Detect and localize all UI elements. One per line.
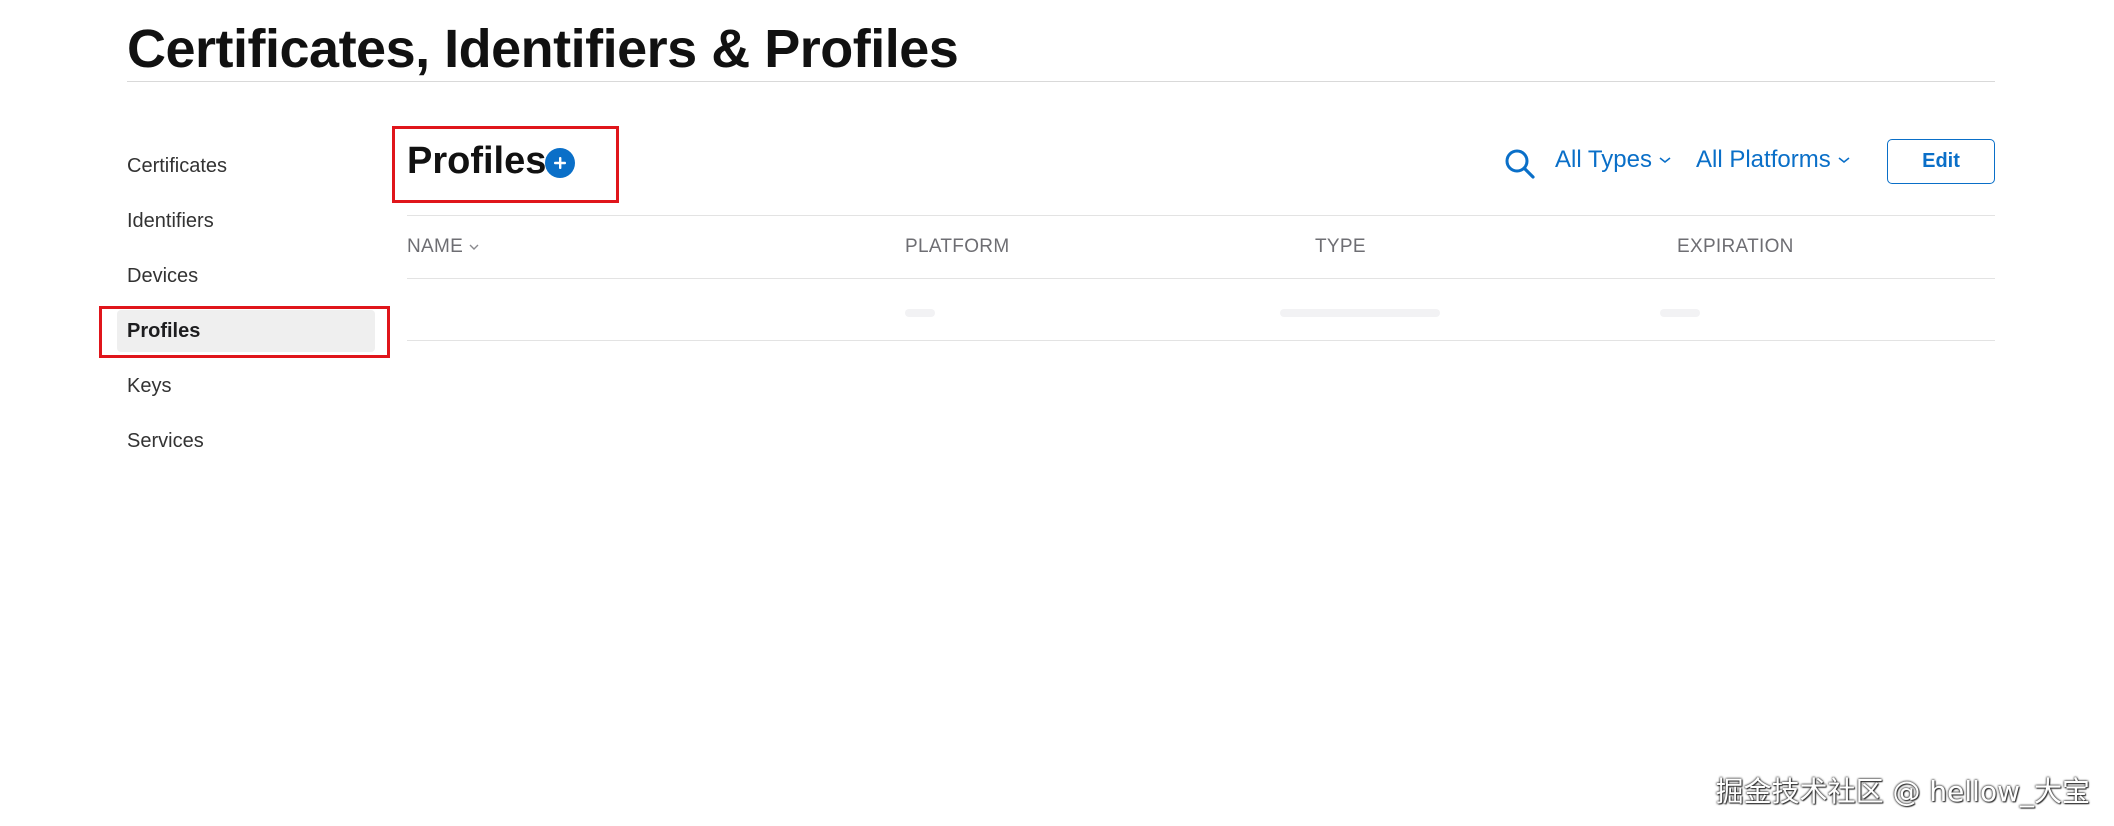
annotation-highlight-sidebar	[99, 306, 390, 358]
sidebar-item-label: Devices	[127, 264, 199, 287]
column-header-label: NAME	[407, 236, 464, 257]
chevron-down-icon	[1659, 157, 1671, 164]
platform-filter-dropdown[interactable]: All Platforms	[1696, 142, 1851, 178]
sidebar-item-certificates[interactable]: Certificates	[117, 145, 375, 187]
placeholder-cell	[1280, 309, 1440, 317]
watermark: 掘金技术社区 @ hellow_大宝	[1715, 775, 2090, 808]
sidebar-item-label: Services	[127, 429, 204, 452]
sidebar-item-identifiers[interactable]: Identifiers	[117, 200, 375, 242]
column-header-label: EXPIRATION	[1677, 236, 1794, 257]
platform-filter-label: All Platforms	[1696, 146, 1831, 173]
sidebar-item-keys[interactable]: Keys	[117, 365, 375, 407]
sidebar-item-services[interactable]: Services	[117, 420, 375, 462]
column-header-expiration[interactable]: EXPIRATION	[1677, 236, 1794, 258]
sidebar-item-label: Keys	[127, 374, 172, 397]
annotation-highlight-title	[392, 126, 619, 203]
column-header-label: PLATFORM	[905, 236, 1010, 257]
table-bottom-divider	[407, 340, 1995, 341]
edit-button[interactable]: Edit	[1887, 139, 1995, 184]
search-button[interactable]	[1502, 146, 1538, 182]
column-header-name[interactable]: NAME	[407, 236, 480, 258]
sidebar-item-label: Identifiers	[127, 209, 214, 232]
chevron-down-icon	[1838, 157, 1850, 164]
page-title: Certificates, Identifiers & Profiles	[127, 19, 959, 79]
column-header-label: TYPE	[1315, 236, 1366, 257]
sidebar-item-label: Certificates	[127, 154, 228, 177]
table-header-divider	[407, 278, 1995, 279]
placeholder-cell	[1660, 309, 1700, 317]
type-filter-label: All Types	[1555, 146, 1652, 173]
sort-chevron-down-icon	[469, 244, 479, 250]
column-header-platform[interactable]: PLATFORM	[905, 236, 1009, 258]
placeholder-cell	[905, 309, 935, 317]
column-header-type[interactable]: TYPE	[1315, 236, 1366, 258]
sidebar-item-devices[interactable]: Devices	[117, 255, 375, 297]
search-icon	[1505, 149, 1535, 179]
title-divider	[127, 81, 1995, 82]
type-filter-dropdown[interactable]: All Types	[1555, 142, 1672, 178]
table-top-divider	[407, 215, 1995, 216]
